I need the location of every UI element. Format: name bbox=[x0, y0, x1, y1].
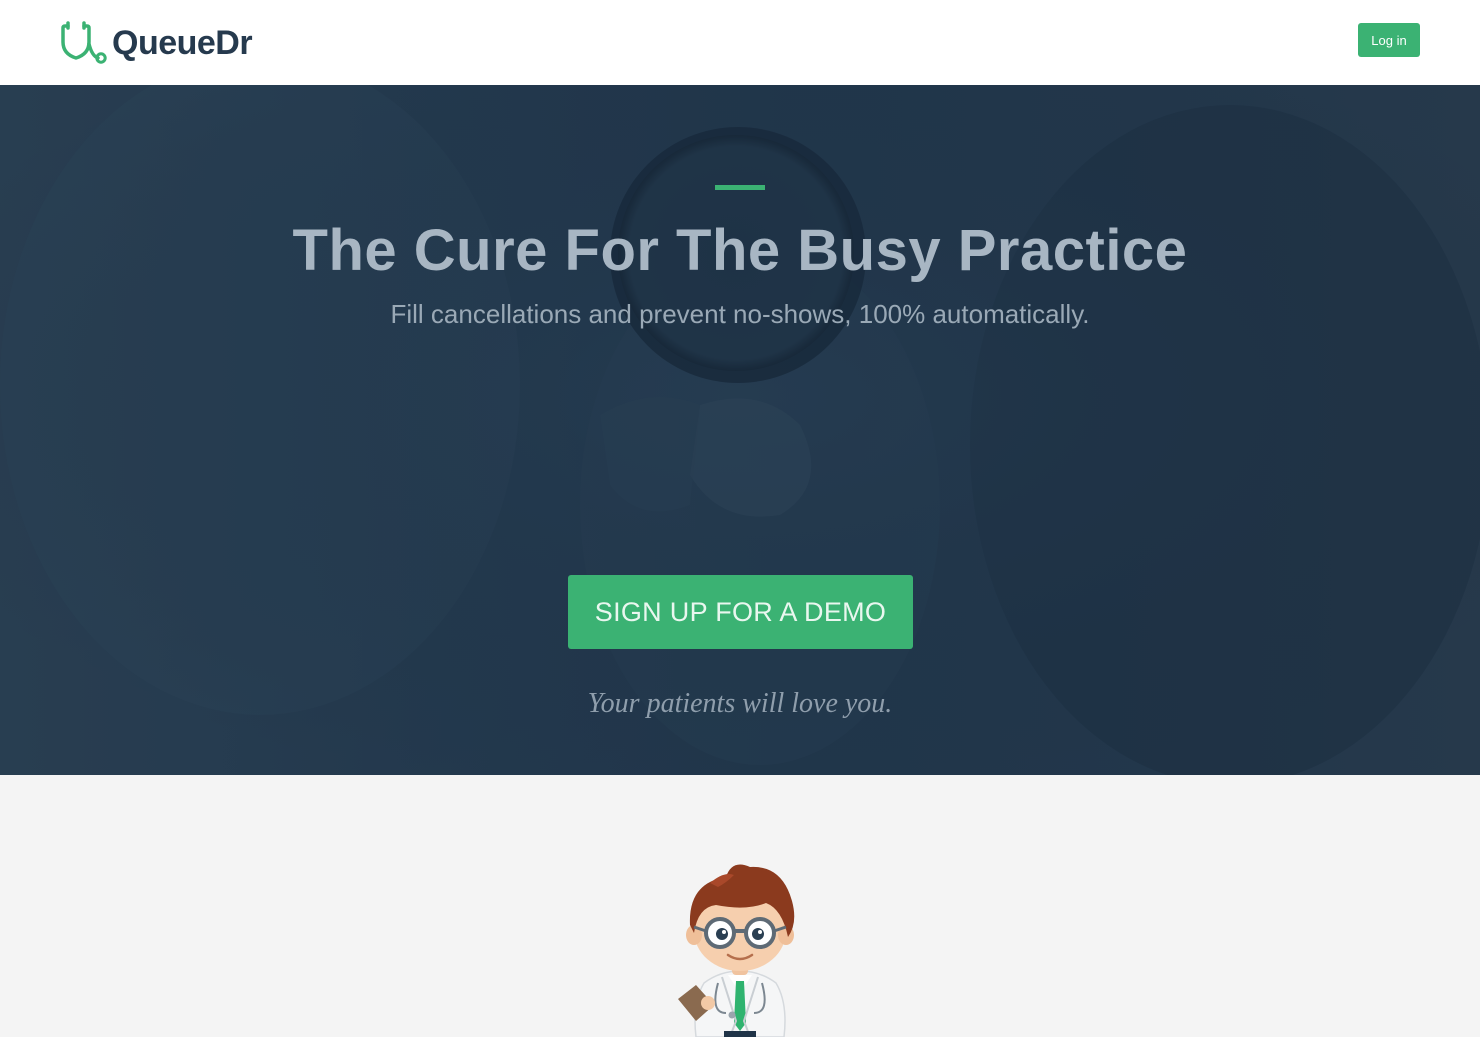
stethoscope-shield-icon bbox=[61, 21, 107, 64]
hero-tagline: Your patients will love you. bbox=[587, 688, 893, 719]
doctor-mascot-illustration bbox=[678, 864, 795, 1037]
hero-section: The Cure For The Busy Practice Fill canc… bbox=[0, 85, 1480, 775]
signup-demo-button[interactable]: SIGN UP FOR A DEMO bbox=[568, 575, 913, 649]
hero-subtitle: Fill cancellations and prevent no-shows,… bbox=[390, 299, 1090, 329]
accent-divider bbox=[715, 185, 765, 190]
hero-title: The Cure For The Busy Practice bbox=[292, 218, 1188, 283]
features-section bbox=[0, 775, 1480, 1037]
top-navbar: QueueDr Log in bbox=[0, 0, 1480, 85]
login-button[interactable]: Log in bbox=[1358, 23, 1420, 57]
brand-name: QueueDr bbox=[112, 23, 253, 62]
brand-logo[interactable]: QueueDr bbox=[60, 20, 253, 66]
